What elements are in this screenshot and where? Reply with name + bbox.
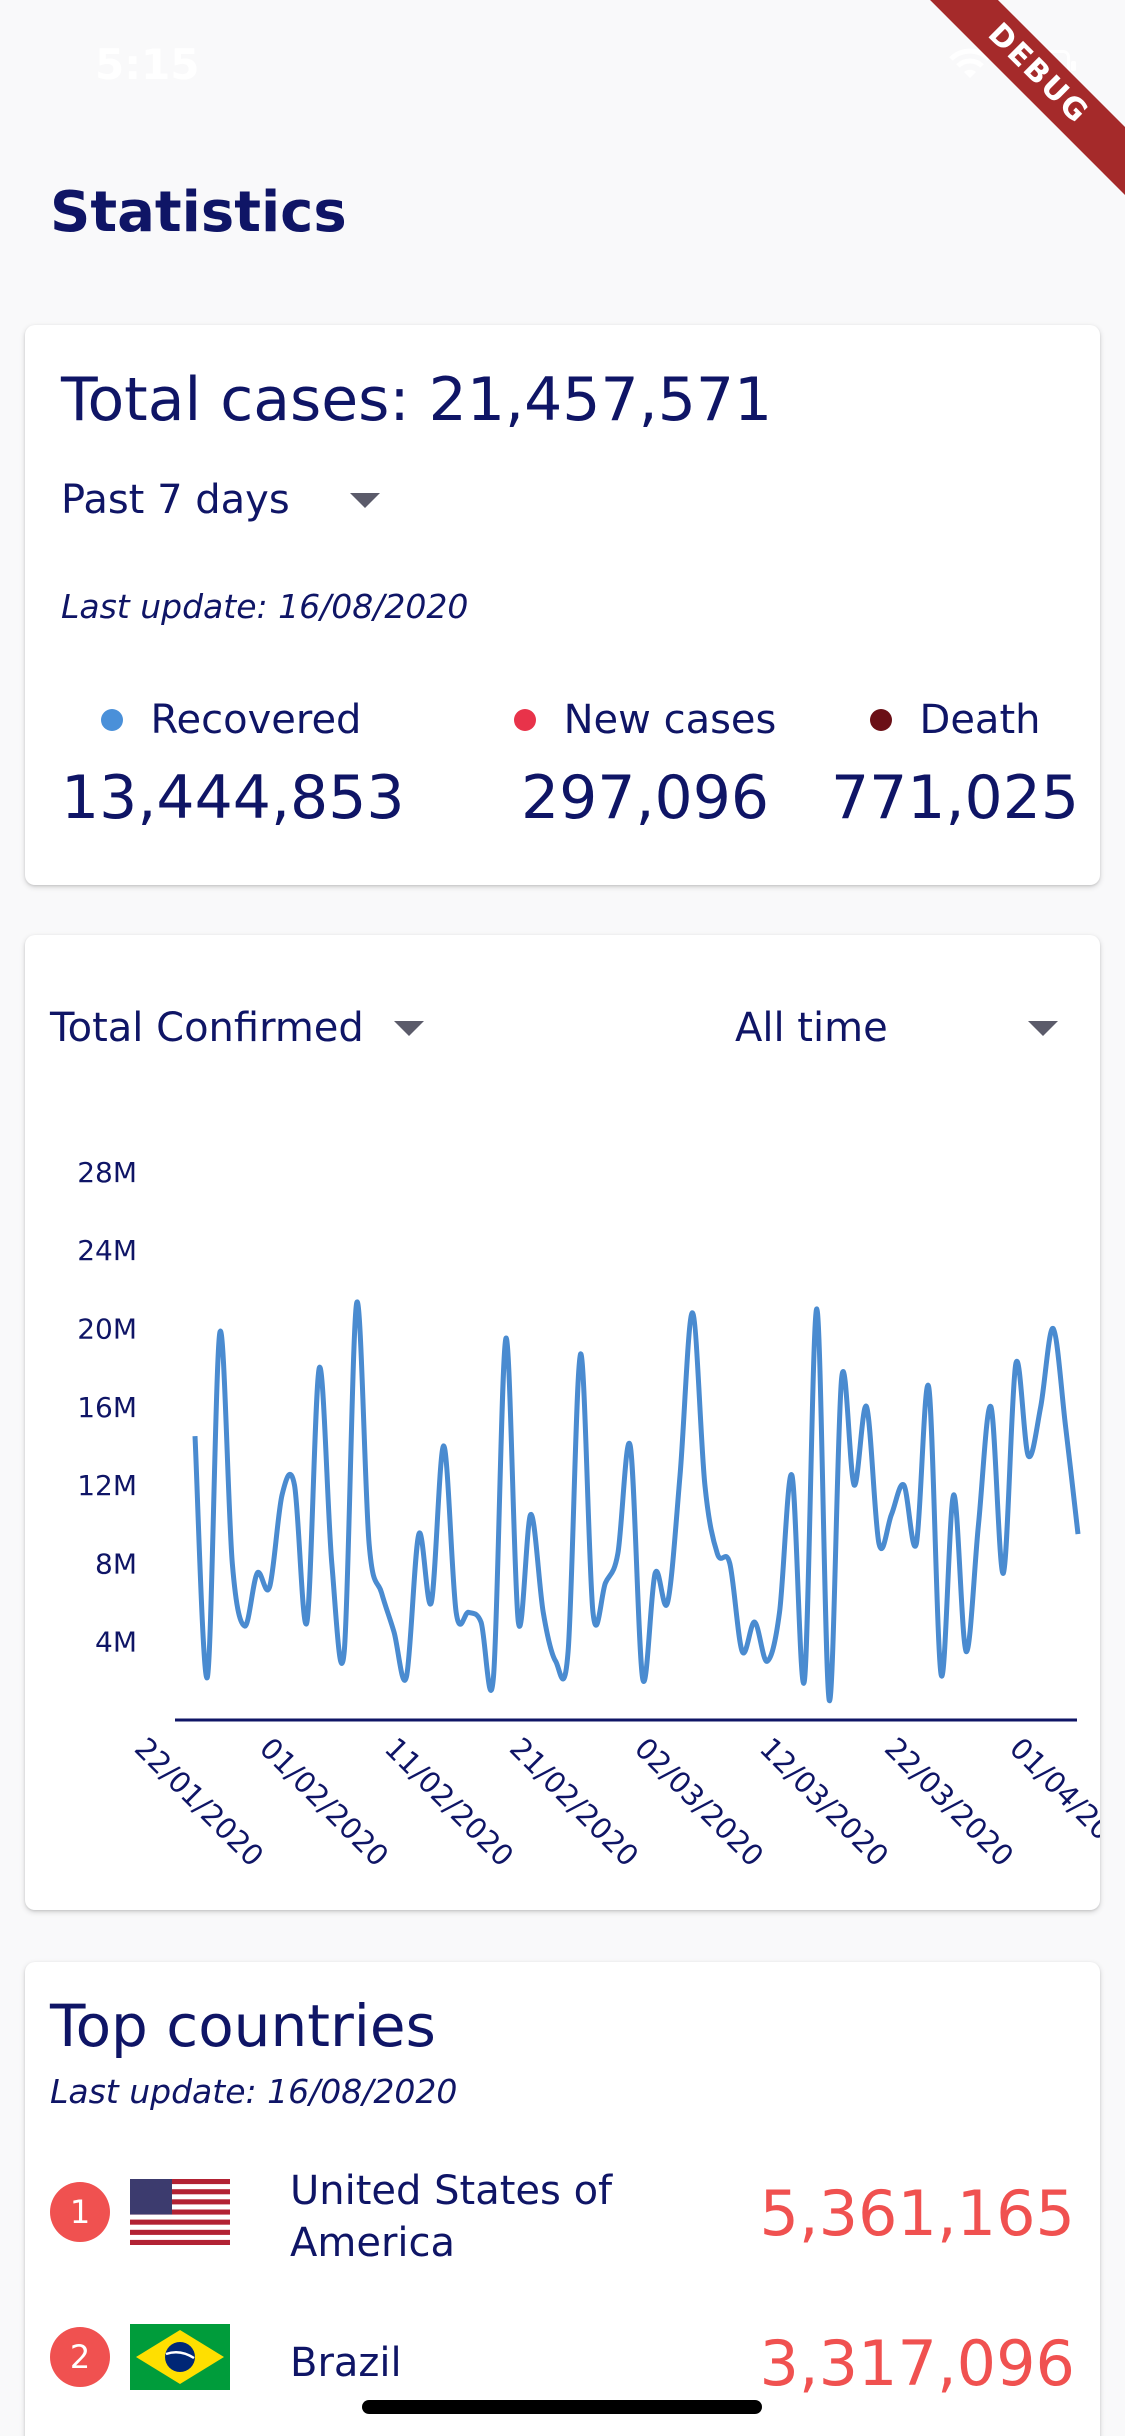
- y-tick-label: 12M: [77, 1469, 137, 1502]
- home-indicator[interactable]: [362, 2400, 762, 2414]
- x-tick-label: 22/03/2020: [878, 1731, 1020, 1873]
- debug-banner: DEBUG: [904, 0, 1125, 208]
- country-row[interactable]: 1 United States of America 5,361,165: [50, 2162, 1075, 2272]
- x-tick-label: 22/01/2020: [128, 1731, 270, 1873]
- rank-badge: 2: [50, 2327, 110, 2387]
- page-title: Statistics: [50, 180, 347, 245]
- stat-recovered-value: 13,444,853: [61, 763, 405, 833]
- stat-death: Death 771,025: [825, 697, 1085, 833]
- stat-recovered-label: Recovered: [150, 697, 362, 743]
- y-tick-label: 16M: [77, 1391, 137, 1424]
- stat-recovered: Recovered 13,444,853: [61, 697, 405, 833]
- new-cases-dot-icon: [513, 709, 536, 731]
- brazil-flag-icon: [130, 2324, 230, 2390]
- x-tick-label: 11/02/2020: [378, 1731, 520, 1873]
- x-tick-label: 21/02/2020: [503, 1731, 645, 1873]
- y-tick-label: 24M: [77, 1234, 137, 1267]
- x-tick-label: 12/03/2020: [753, 1731, 895, 1873]
- period-dropdown[interactable]: Past 7 days: [61, 477, 380, 523]
- recovered-dot-icon: [100, 709, 123, 731]
- country-name: United States of America: [290, 2168, 613, 2266]
- stat-death-value: 771,025: [830, 763, 1080, 833]
- app-screen: 5:15 DEBUG Statistics Total cases: 21,45…: [0, 0, 1125, 2436]
- status-time: 5:15: [95, 40, 200, 89]
- series-line: [192, 1299, 1081, 1703]
- period-dropdown-label: Past 7 days: [61, 477, 290, 523]
- stat-new-cases: New cases 297,096: [475, 697, 815, 833]
- x-tick-label: 01/02/2020: [253, 1731, 395, 1873]
- death-dot-icon: [869, 709, 892, 731]
- y-tick-label: 20M: [77, 1313, 137, 1346]
- line-chart: 4M 8M 12M 16M 20M 24M 28M 22/01/202001/02/2020…: [77, 1156, 1100, 1873]
- rank-badge: 1: [50, 2182, 110, 2242]
- countries-title: Top countries: [50, 1992, 436, 2060]
- x-tick-label: 02/03/2020: [628, 1731, 770, 1873]
- summary-last-update: Last update: 16/08/2020: [61, 587, 469, 626]
- chart-card: Total Confirmed All time 4M 8M 12M 16M 20M 24…: [25, 935, 1100, 1910]
- countries-card: Top countries Last update: 16/08/2020 1 …: [25, 1962, 1100, 2436]
- countries-last-update: Last update: 16/08/2020: [50, 2072, 458, 2111]
- country-name: Brazil: [290, 2340, 402, 2386]
- y-tick-label: 8M: [95, 1547, 137, 1580]
- country-cases: 3,317,096: [759, 2327, 1075, 2400]
- us-flag-icon: [130, 2179, 230, 2245]
- chevron-down-icon: [349, 492, 380, 508]
- country-cases: 5,361,165: [759, 2177, 1075, 2250]
- total-cases: Total cases: 21,457,571: [61, 365, 773, 435]
- stat-new-cases-label: New cases: [563, 697, 777, 743]
- summary-card: Total cases: 21,457,571 Past 7 days Last…: [25, 325, 1100, 885]
- stat-death-label: Death: [919, 697, 1041, 743]
- y-tick-label: 28M: [77, 1156, 137, 1189]
- stat-new-cases-value: 297,096: [520, 763, 770, 833]
- x-tick-label: 01/04/2020: [1003, 1731, 1100, 1873]
- y-tick-label: 4M: [95, 1626, 137, 1659]
